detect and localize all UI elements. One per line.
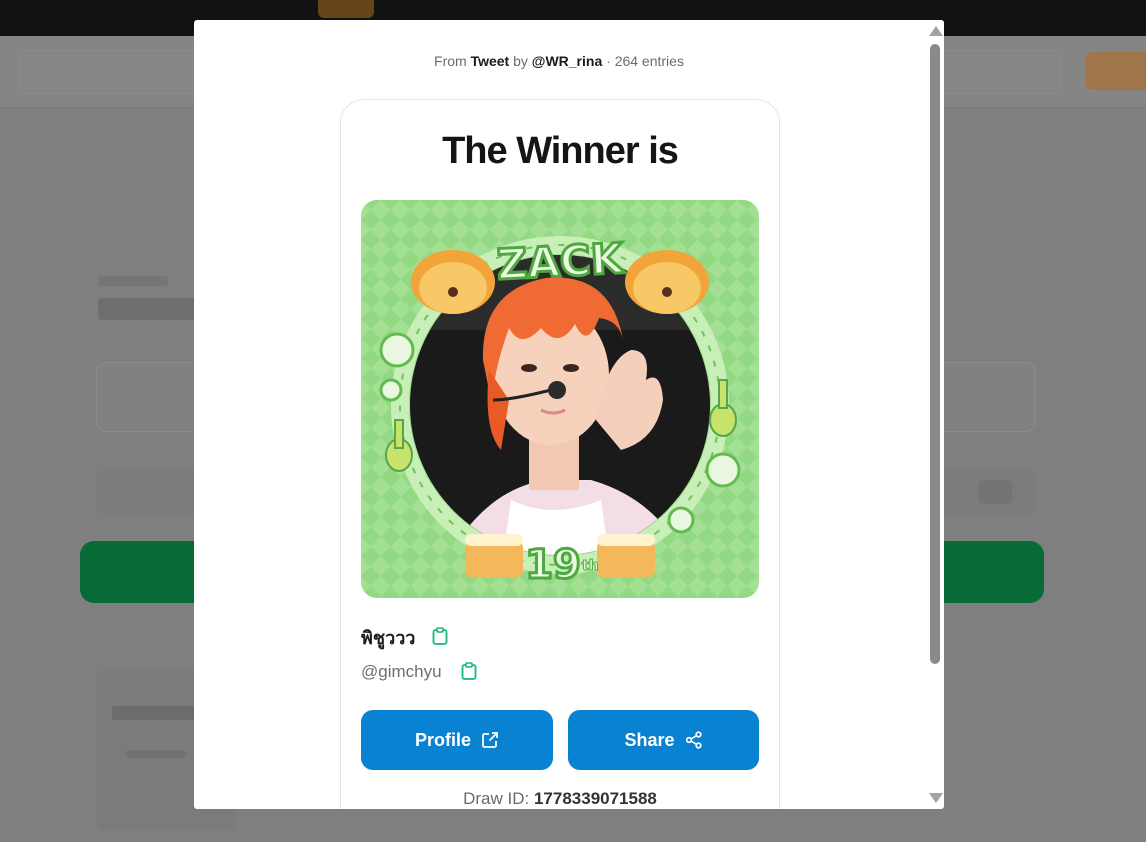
- profile-button[interactable]: Profile: [361, 710, 553, 770]
- source-author: @WR_rina: [531, 53, 603, 69]
- winner-name: พิชูววว: [361, 628, 416, 648]
- source-from: From: [434, 53, 467, 69]
- clipboard-icon[interactable]: [432, 627, 448, 645]
- background-heading: [98, 298, 208, 320]
- avatar-top-text: ZACK: [496, 234, 626, 290]
- background-panel-line: [126, 750, 186, 758]
- draw-id-label: Draw ID:: [463, 789, 530, 808]
- background-cta: [1086, 52, 1146, 90]
- avatar-badge-suffix: th: [582, 558, 599, 574]
- winner-title: The Winner is: [442, 130, 679, 172]
- winner-handle: @gimchyu: [361, 662, 442, 681]
- avatar-badge-number: 19: [525, 542, 581, 588]
- source-type: Tweet: [470, 53, 510, 69]
- profile-button-label: Profile: [414, 729, 471, 750]
- winner-avatar-art: ZACK 19 th: [361, 200, 759, 598]
- winner-avatar-image: ZACK 19 th: [361, 200, 759, 598]
- background-input-knob: [978, 480, 1012, 504]
- background-panel-line: [112, 706, 202, 720]
- entries-count: 264 entries: [614, 53, 684, 69]
- winner-modal: From Tweet by @WR_rina · 264 entries The…: [194, 20, 944, 809]
- clipboard-icon[interactable]: [461, 662, 477, 680]
- share-icon: [685, 731, 702, 749]
- modal-scrollbar[interactable]: [926, 20, 944, 809]
- source-line: From Tweet by @WR_rina · 264 entries: [194, 53, 924, 69]
- background-heading-small: [98, 276, 168, 286]
- draw-id: Draw ID: 1778339071588: [341, 789, 779, 809]
- source-by: by: [513, 53, 528, 69]
- external-link-icon: [482, 732, 498, 748]
- share-button-label: Share: [624, 729, 675, 750]
- scroll-thumb[interactable]: [930, 44, 940, 664]
- share-button[interactable]: Share: [568, 710, 759, 770]
- source-separator: ·: [606, 53, 611, 69]
- draw-id-value: 1778339071588: [533, 789, 657, 808]
- background-promo: [318, 0, 374, 18]
- scroll-down-arrow-icon[interactable]: [929, 793, 943, 803]
- scroll-up-arrow-icon[interactable]: [929, 26, 943, 36]
- winner-card: The Winner is ZACK 19 th พิชูววว @gimchy…: [340, 99, 780, 809]
